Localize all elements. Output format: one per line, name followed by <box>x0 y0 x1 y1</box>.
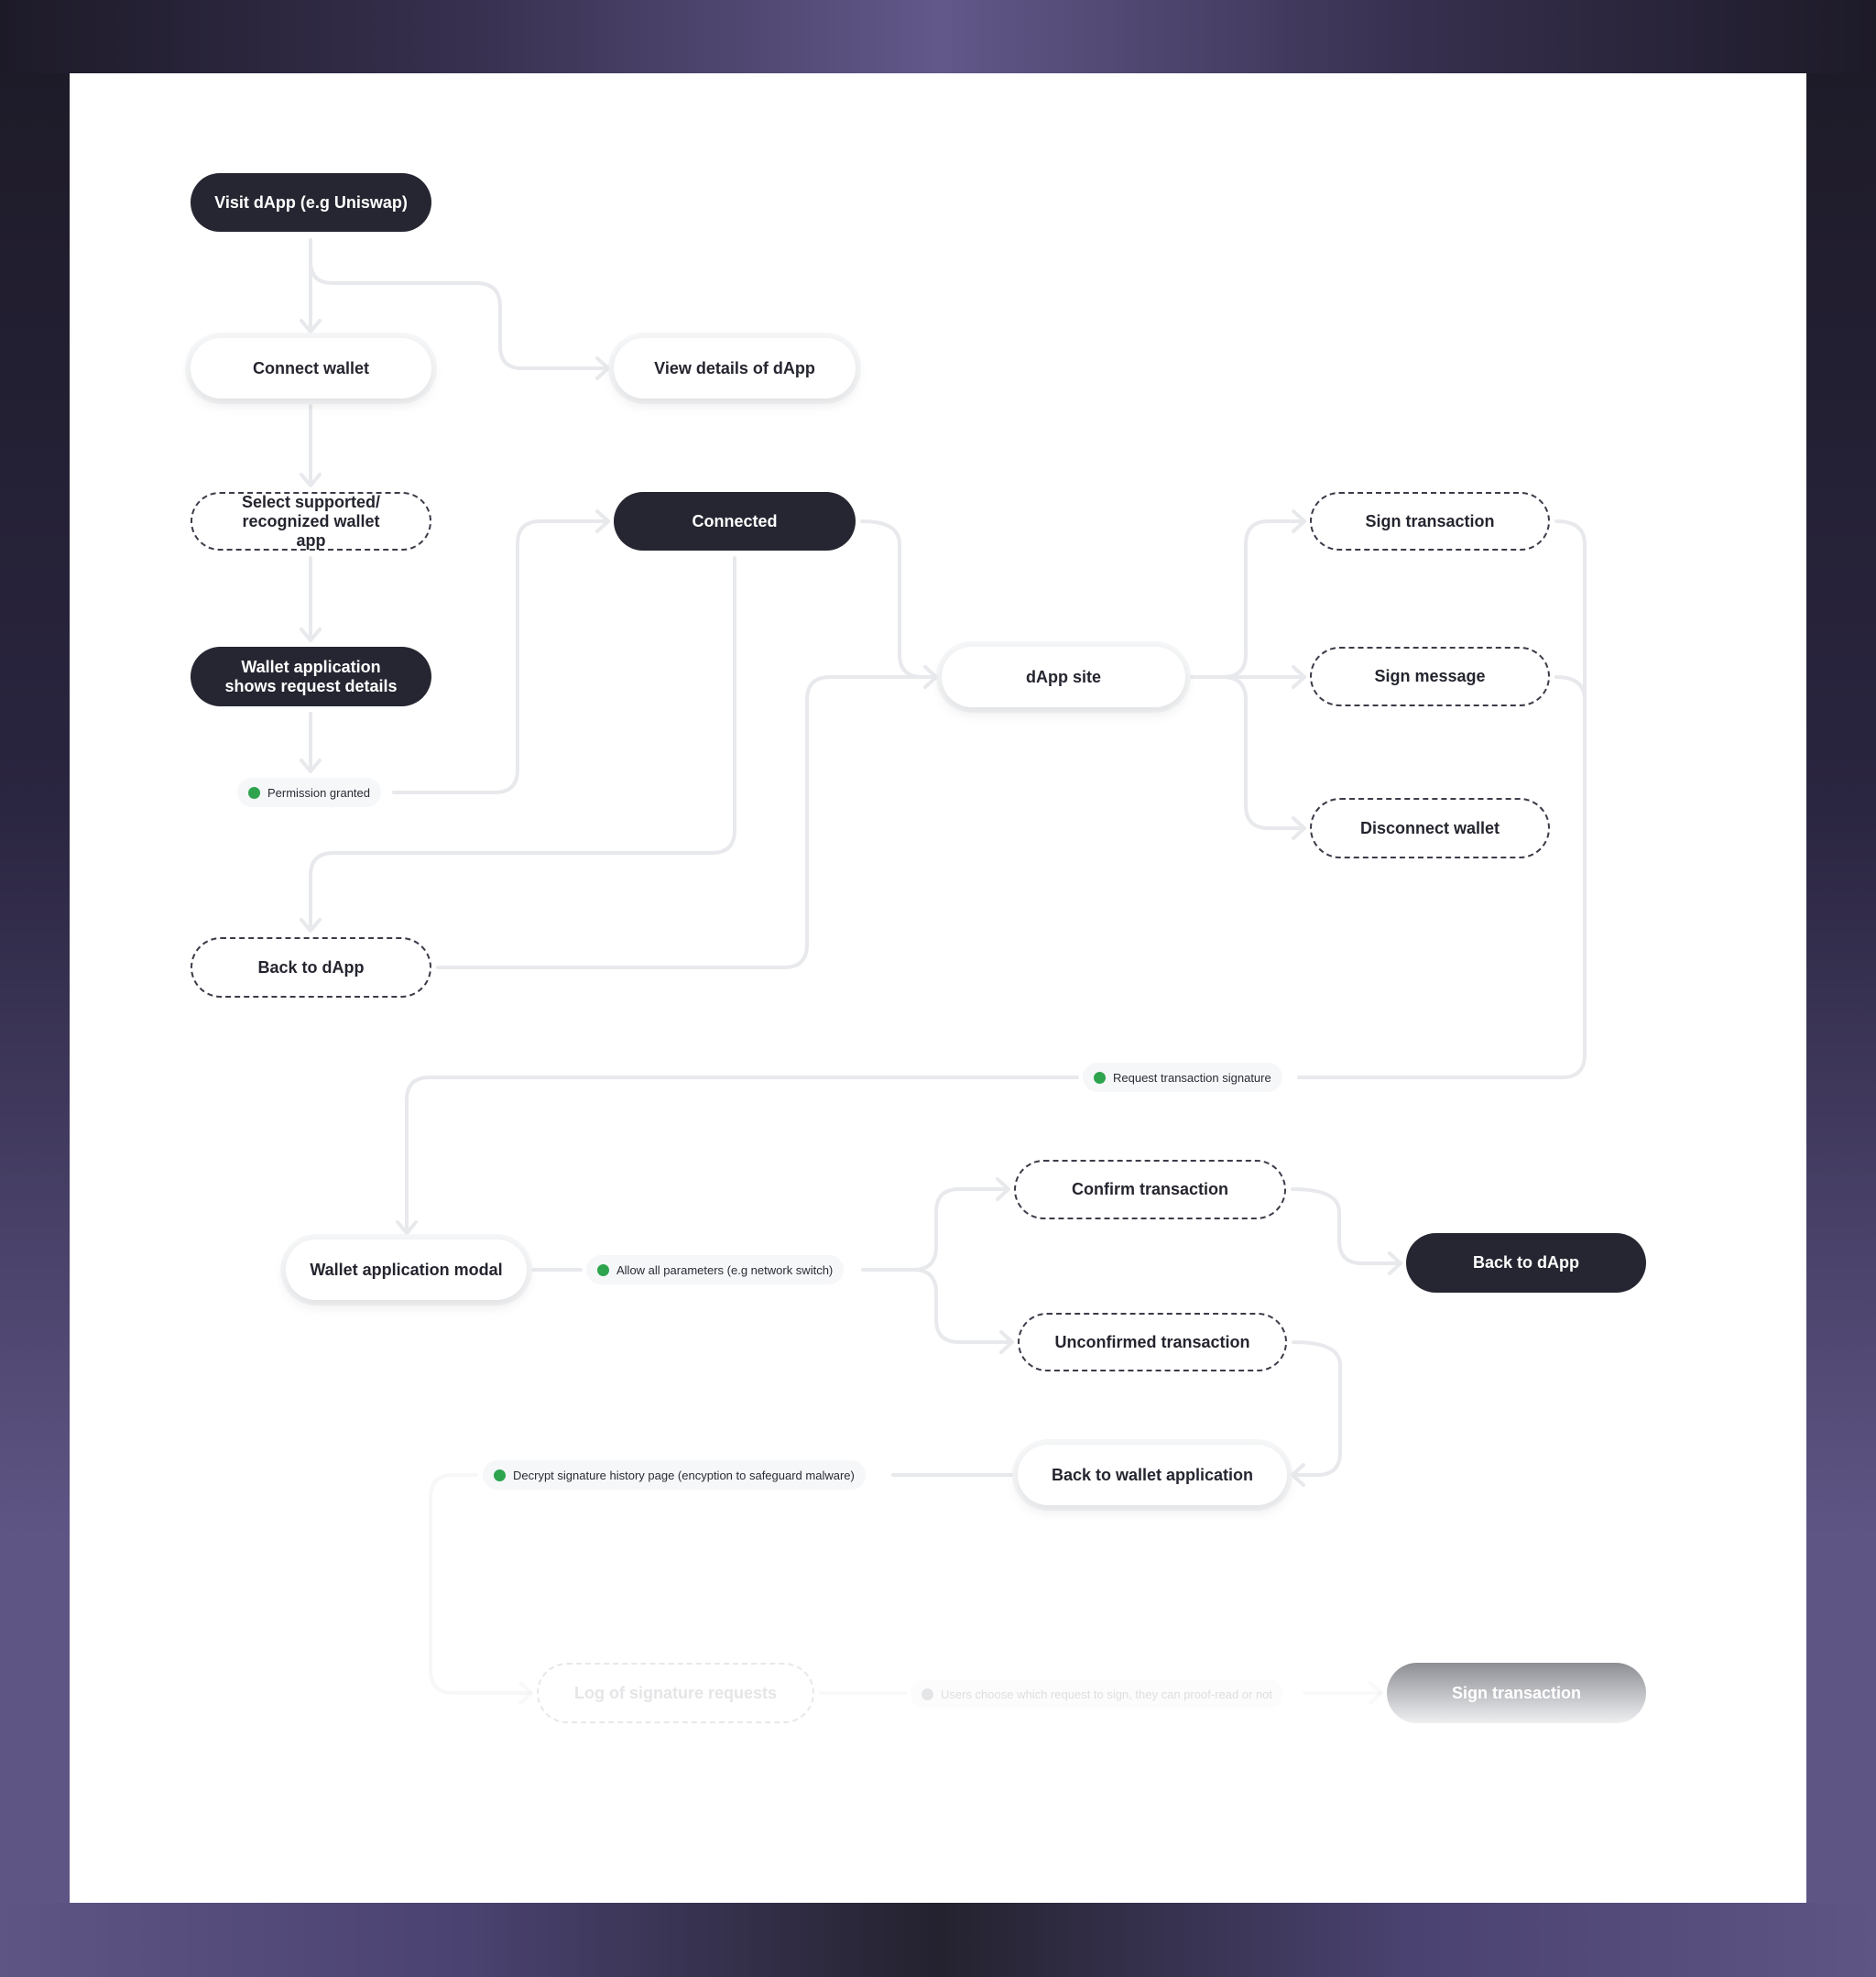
label-text: Users choose which request to sign, they… <box>941 1687 1273 1701</box>
node-sign-message[interactable]: Sign message <box>1310 647 1550 706</box>
label-text: Request transaction signature <box>1113 1070 1271 1085</box>
label-permission-granted: Permission granted <box>237 778 381 807</box>
label-text: Allow all parameters (e.g network switch… <box>616 1262 834 1277</box>
label-users-choose: Users choose which request to sign, they… <box>911 1679 1284 1709</box>
node-wallet-shows-details[interactable]: Wallet application shows request details <box>191 647 431 706</box>
background-top <box>0 0 1876 73</box>
node-confirm-transaction[interactable]: Confirm transaction <box>1014 1160 1286 1219</box>
label-request-signature: Request transaction signature <box>1083 1063 1282 1092</box>
label-text: Decrypt signature history page (encyptio… <box>513 1468 855 1482</box>
node-back-to-wallet[interactable]: Back to wallet application <box>1018 1445 1287 1505</box>
node-dapp-site[interactable]: dApp site <box>942 647 1185 707</box>
node-log-signature-requests[interactable]: Log of signature requests <box>537 1663 814 1723</box>
status-dot-icon <box>494 1469 506 1481</box>
node-disconnect-wallet[interactable]: Disconnect wallet <box>1310 798 1550 858</box>
node-back-to-dapp-final[interactable]: Back to dApp <box>1406 1233 1646 1293</box>
status-dot-icon <box>922 1688 933 1700</box>
node-unconfirmed-transaction[interactable]: Unconfirmed transaction <box>1018 1313 1287 1371</box>
node-back-to-dapp[interactable]: Back to dApp <box>191 937 431 998</box>
node-connected[interactable]: Connected <box>614 492 856 551</box>
node-select-wallet[interactable]: Select supported/ recognized wallet app <box>191 492 431 551</box>
node-visit-dapp[interactable]: Visit dApp (e.g Uniswap) <box>191 173 431 232</box>
node-view-details[interactable]: View details of dApp <box>614 338 856 399</box>
status-dot-icon <box>1094 1071 1106 1084</box>
status-dot-icon <box>248 786 260 799</box>
background-bottom <box>0 1903 1876 1977</box>
label-decrypt-history: Decrypt signature history page (encyptio… <box>483 1460 866 1490</box>
node-wallet-modal[interactable]: Wallet application modal <box>286 1240 527 1300</box>
label-text: Permission granted <box>267 785 370 800</box>
node-connect-wallet[interactable]: Connect wallet <box>191 338 431 399</box>
node-sign-transaction[interactable]: Sign transaction <box>1310 492 1550 551</box>
background-left <box>0 73 70 1903</box>
background-right <box>1806 73 1876 1903</box>
label-allow-parameters: Allow all parameters (e.g network switch… <box>586 1255 845 1284</box>
node-sign-transaction-final[interactable]: Sign transaction <box>1387 1663 1646 1723</box>
status-dot-icon <box>597 1263 609 1276</box>
